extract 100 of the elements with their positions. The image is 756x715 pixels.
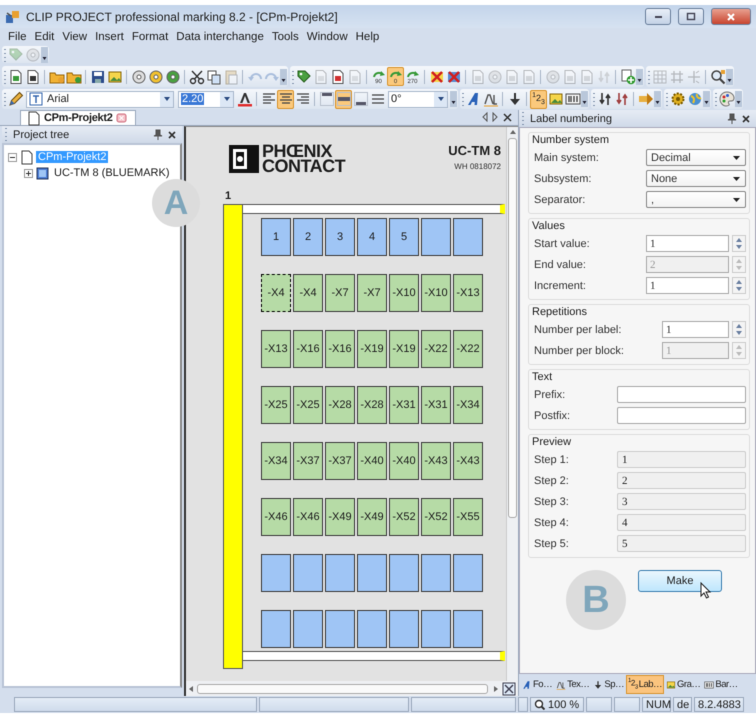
label-cell[interactable]: -X4 [261,274,291,312]
gear-button[interactable] [669,90,686,108]
panel-tab[interactable]: Fo… [520,675,554,694]
label-cell[interactable]: -X55 [453,498,483,536]
label-cell[interactable] [325,554,355,592]
label-cell[interactable]: -X43 [421,442,451,480]
label-cell[interactable]: -X4 [293,274,323,312]
label-cell[interactable]: -X34 [453,386,483,424]
overflow-icon[interactable] [41,46,48,62]
label-cell[interactable] [293,610,323,648]
label-cell[interactable]: -X25 [293,386,323,424]
label-cell[interactable]: -X49 [325,498,355,536]
spin-button[interactable] [732,277,746,294]
label-cell[interactable]: -X19 [389,330,419,368]
search-button[interactable] [709,67,726,86]
label-cell[interactable] [325,610,355,648]
label-cell[interactable]: -X7 [357,274,387,312]
label-cell[interactable] [261,610,291,648]
text-field[interactable] [617,407,746,424]
left-arrow-icon[interactable] [481,112,488,122]
panel-tab[interactable]: $^{1}$2$_{3}$Lab… [626,675,664,694]
label-cell[interactable]: -X28 [325,386,355,424]
label-cell[interactable]: -X22 [421,330,451,368]
size-field[interactable]: 2.20 [178,90,234,108]
label-cell[interactable]: -X40 [357,442,387,480]
font-field[interactable]: Arial [26,90,174,108]
palette-button[interactable] [718,90,735,108]
overflow-icon[interactable] [726,68,733,84]
dropdown-field[interactable]: , [646,191,746,208]
label-cell[interactable]: -X22 [453,330,483,368]
overflow-icon[interactable] [703,91,710,107]
spin-button[interactable] [732,235,746,252]
align-middle-button[interactable] [335,90,352,108]
document-tab[interactable]: CPm-Projekt2 [20,110,136,125]
close-button[interactable] [711,8,751,25]
label-cell[interactable]: 1 [261,218,291,256]
label-cell[interactable]: -X46 [261,498,291,536]
label-cell[interactable]: -X52 [421,498,451,536]
label-cell[interactable] [453,610,483,648]
pin-icon[interactable] [153,129,163,140]
align-center-button[interactable] [277,90,294,108]
label-cell[interactable] [389,610,419,648]
label-cell[interactable] [421,554,451,592]
close-icon[interactable] [503,112,512,122]
label-cell[interactable]: -X19 [357,330,387,368]
right-arrow-icon[interactable] [493,684,499,692]
label-cell[interactable]: -X43 [453,442,483,480]
panel-tab[interactable]: Tex… [554,675,592,694]
menu-item[interactable]: Help [352,30,384,42]
overflow-icon[interactable] [654,91,661,107]
label-cell[interactable]: -X13 [453,274,483,312]
panel-tab[interactable]: Bar… [702,675,740,694]
label-cell[interactable] [261,554,291,592]
align-bottom-button[interactable] [352,90,369,108]
label-cell[interactable]: -X10 [421,274,451,312]
label-cell[interactable]: -X16 [325,330,355,368]
align-top-button[interactable] [318,90,335,108]
label-cell[interactable]: -X34 [261,442,291,480]
label-cell[interactable]: -X46 [293,498,323,536]
label-cell[interactable]: 2 [293,218,323,256]
overflow-icon[interactable] [450,91,457,107]
scrollbar-thumb[interactable] [508,138,517,518]
right-arrow-icon[interactable] [492,112,499,122]
scrollbar-thumb[interactable] [197,684,488,694]
label-cell[interactable] [421,218,451,256]
label-cell[interactable] [453,554,483,592]
overflow-icon[interactable] [735,91,742,107]
fit-page-icon[interactable] [502,682,516,696]
label-cell[interactable]: 4 [357,218,387,256]
label-cell[interactable]: -X40 [389,442,419,480]
label-cell[interactable]: -X52 [389,498,419,536]
spin-button[interactable] [732,321,746,338]
menu-item[interactable]: Insert [91,30,128,42]
maximize-button[interactable] [678,8,704,25]
label-cell[interactable]: -X37 [325,442,355,480]
angle-field[interactable]: 0° [388,90,448,108]
label-cell[interactable]: -X16 [293,330,323,368]
panel-tab[interactable]: Gra… [664,675,702,694]
menu-item[interactable]: Format [128,30,172,42]
label-cell[interactable] [357,610,387,648]
overflow-icon[interactable] [581,91,588,107]
label-cell[interactable]: -X31 [421,386,451,424]
label-cell[interactable]: 5 [389,218,419,256]
dropdown-field[interactable]: Decimal [646,149,746,166]
up-arrow-icon[interactable] [508,129,516,135]
pin-icon[interactable] [727,113,737,124]
label-cell[interactable] [453,218,483,256]
menu-item[interactable]: File [4,30,31,42]
pencil-button[interactable] [7,90,24,108]
label-cell[interactable] [421,610,451,648]
close-icon[interactable] [168,130,176,138]
overflow-icon[interactable] [280,68,287,84]
close-icon[interactable] [742,114,750,122]
menu-item[interactable]: Data interchange [172,30,268,42]
expand-icon[interactable] [24,168,33,178]
grip-handle[interactable] [714,91,718,107]
label-cell[interactable]: 3 [325,218,355,256]
label-cell[interactable]: -X49 [357,498,387,536]
tree-item[interactable]: UC-TM 8 (BLUEMARK) [52,167,172,179]
menu-item[interactable]: View [58,30,92,42]
